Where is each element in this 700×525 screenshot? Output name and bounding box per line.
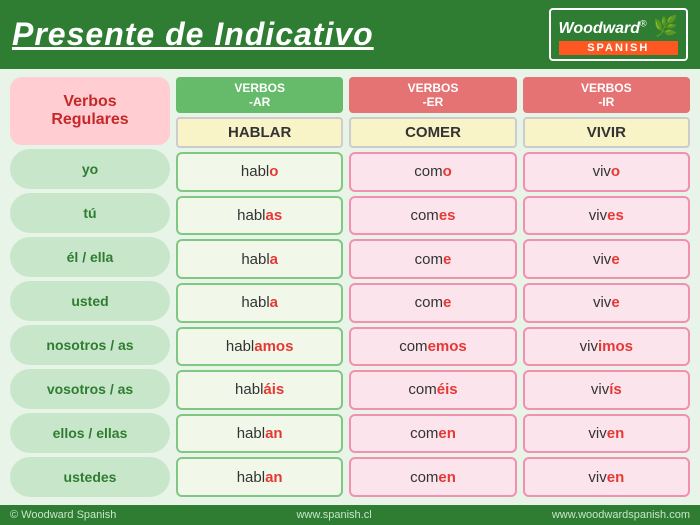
- footer-center: www.spanish.cl: [296, 509, 371, 521]
- ar-yo: hablo: [176, 152, 343, 192]
- ar-vosotros: habláis: [176, 370, 343, 410]
- logo-brand: Woodward: [559, 20, 640, 37]
- ar-el: habla: [176, 239, 343, 279]
- er-vosotros: coméis: [349, 370, 516, 410]
- ar-tu: hablas: [176, 196, 343, 236]
- footer: © Woodward Spanish www.spanish.cl www.wo…: [0, 505, 700, 525]
- ar-ustedes: hablan: [176, 457, 343, 497]
- ar-label: VERBOS-AR: [176, 77, 343, 113]
- er-tu: comes: [349, 196, 516, 236]
- subject-usted: usted: [10, 281, 170, 321]
- ir-column: VERBOS-IR VIVIR vivo vives vive vive viv…: [523, 77, 690, 497]
- page: Presente de Indicativo Woodward® 🌿 SPANI…: [0, 0, 700, 525]
- er-ellos: comen: [349, 414, 516, 454]
- subject-nosotros: nosotros / as: [10, 325, 170, 365]
- main-content: VerbosRegulares yo tú él / ella usted no…: [0, 69, 700, 505]
- er-usted: come: [349, 283, 516, 323]
- ir-label: VERBOS-IR: [523, 77, 690, 113]
- ir-ellos: viven: [523, 414, 690, 454]
- subject-ellos: ellos / ellas: [10, 413, 170, 453]
- er-el: come: [349, 239, 516, 279]
- header: Presente de Indicativo Woodward® 🌿 SPANI…: [0, 0, 700, 69]
- subject-el: él / ella: [10, 237, 170, 277]
- er-nosotros: comemos: [349, 327, 516, 367]
- ir-ustedes: viven: [523, 457, 690, 497]
- ir-nosotros: vivimos: [523, 327, 690, 367]
- er-ustedes: comen: [349, 457, 516, 497]
- er-header: VERBOS-ER COMER: [349, 77, 516, 148]
- er-yo: como: [349, 152, 516, 192]
- ar-nosotros: hablamos: [176, 327, 343, 367]
- er-label: VERBOS-ER: [349, 77, 516, 113]
- subject-tu: tú: [10, 193, 170, 233]
- ar-column: VERBOS-AR HABLAR hablo hablas habla habl…: [176, 77, 343, 497]
- ar-infinitive: HABLAR: [176, 117, 343, 148]
- er-column: VERBOS-ER COMER como comes come come com…: [349, 77, 516, 497]
- ir-el: vive: [523, 239, 690, 279]
- ir-infinitive: VIVIR: [523, 117, 690, 148]
- verbos-regulares-label: VerbosRegulares: [10, 77, 170, 145]
- ir-yo: vivo: [523, 152, 690, 192]
- ir-tu: vives: [523, 196, 690, 236]
- subject-column: VerbosRegulares yo tú él / ella usted no…: [10, 77, 170, 497]
- logo: Woodward® 🌿 SPANISH: [549, 8, 688, 61]
- footer-right: www.woodwardspanish.com: [552, 509, 690, 521]
- logo-reg: ®: [640, 19, 647, 29]
- ir-usted: vive: [523, 283, 690, 323]
- subject-vosotros: vosotros / as: [10, 369, 170, 409]
- ar-header: VERBOS-AR HABLAR: [176, 77, 343, 148]
- subject-yo: yo: [10, 149, 170, 189]
- footer-left: © Woodward Spanish: [10, 509, 116, 521]
- ar-usted: habla: [176, 283, 343, 323]
- ir-vosotros: vivís: [523, 370, 690, 410]
- logo-sub: SPANISH: [559, 41, 678, 55]
- page-title: Presente de Indicativo: [12, 16, 374, 53]
- ir-header: VERBOS-IR VIVIR: [523, 77, 690, 148]
- subject-ustedes: ustedes: [10, 457, 170, 497]
- er-infinitive: COMER: [349, 117, 516, 148]
- ar-ellos: hablan: [176, 414, 343, 454]
